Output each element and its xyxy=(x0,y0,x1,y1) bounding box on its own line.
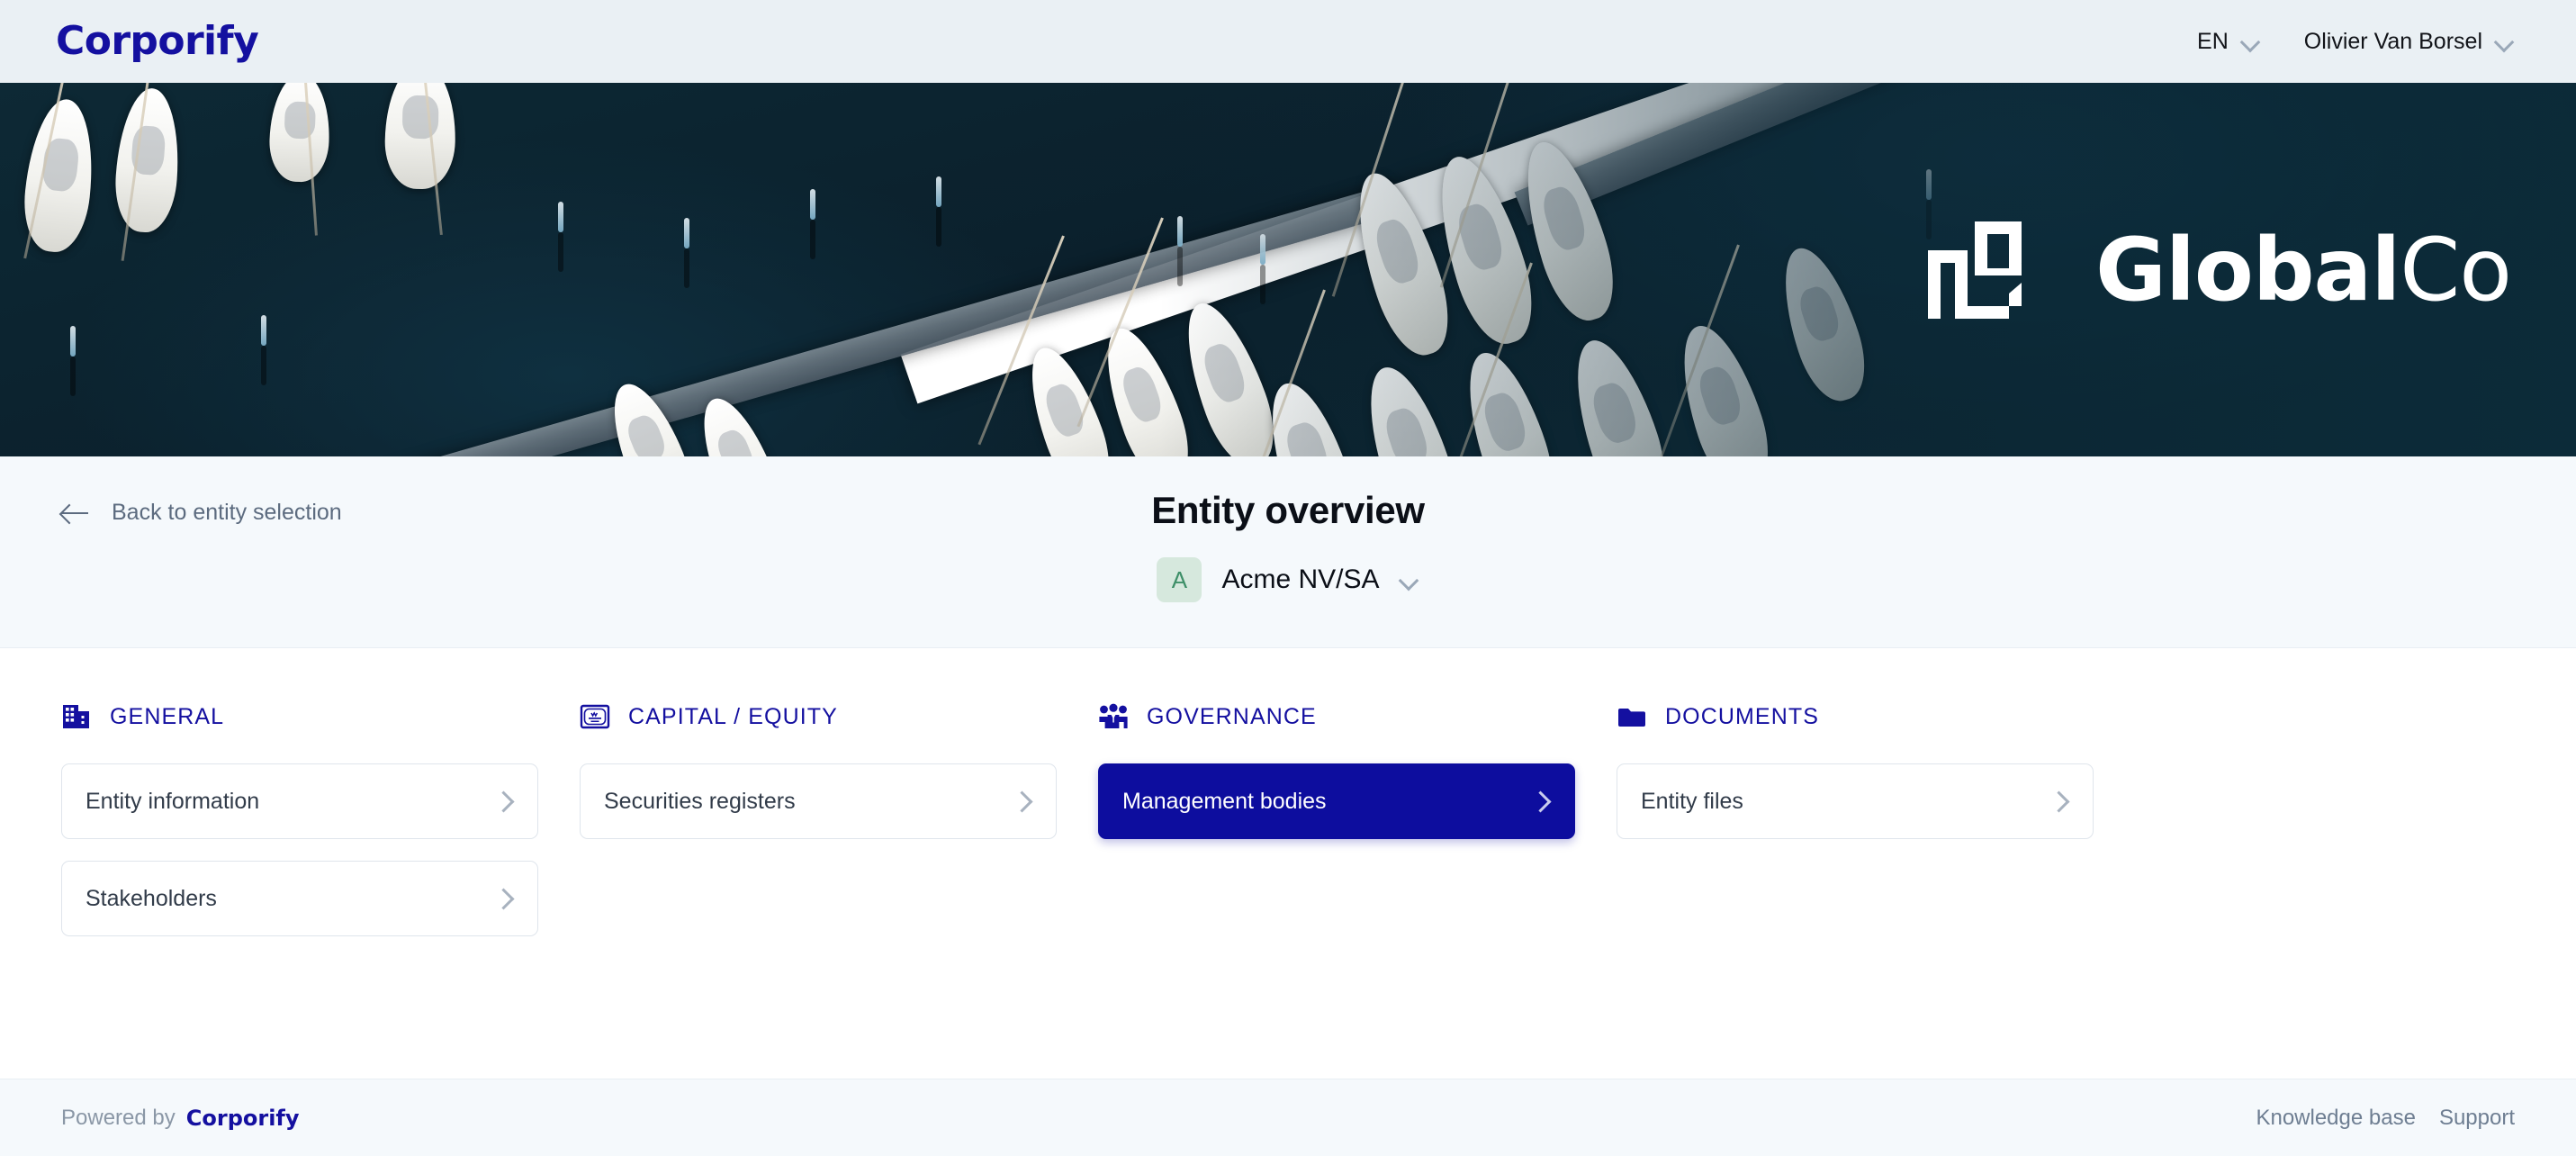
user-menu[interactable]: Olivier Van Borsel xyxy=(2304,29,2515,55)
main-content: GENERAL Entity information Stakeholders xyxy=(0,648,2576,1079)
card-label: Securities registers xyxy=(604,788,796,814)
section-header: GENERAL xyxy=(61,700,580,733)
building-icon xyxy=(63,705,89,728)
globalco-light-part: Co xyxy=(2400,219,2512,321)
powered-by-label: Powered by xyxy=(61,1105,176,1130)
section-title: GENERAL xyxy=(110,703,225,729)
section-columns: GENERAL Entity information Stakeholders xyxy=(61,700,2515,958)
section-documents: DOCUMENTS Entity files xyxy=(1617,700,2135,958)
section-header: CAPITAL / EQUITY xyxy=(580,700,1098,733)
chevron-right-icon xyxy=(494,790,510,813)
header-actions: EN Olivier Van Borsel xyxy=(2197,29,2515,55)
chevron-right-icon xyxy=(494,887,510,910)
section-title: GOVERNANCE xyxy=(1147,703,1317,729)
globalco-wordmark: GlobalCo xyxy=(2095,227,2512,313)
card-label: Entity information xyxy=(86,788,260,814)
chevron-right-icon xyxy=(2049,790,2066,813)
card-label: Management bodies xyxy=(1122,788,1327,814)
top-header: Corporify EN Olivier Van Borsel xyxy=(0,0,2576,83)
entity-name-label: Acme NV/SA xyxy=(1221,564,1380,594)
section-header: GOVERNANCE xyxy=(1098,700,1617,733)
entity-selector[interactable]: A Acme NV/SA xyxy=(1157,557,1419,602)
app-root: Corporify EN Olivier Van Borsel GlobalCo… xyxy=(0,0,2576,1156)
globalco-bold-part: Global xyxy=(2095,219,2400,321)
section-title: DOCUMENTS xyxy=(1665,703,1820,729)
entity-subheader: Back to entity selection Entity overview… xyxy=(0,456,2576,648)
chevron-down-icon xyxy=(2241,32,2261,51)
card-stakeholders[interactable]: Stakeholders xyxy=(61,861,538,936)
hero-banner: GlobalCo xyxy=(0,83,2576,456)
card-label: Stakeholders xyxy=(86,885,217,911)
entity-avatar: A xyxy=(1157,557,1202,602)
section-title: CAPITAL / EQUITY xyxy=(628,703,838,729)
user-name-label: Olivier Van Borsel xyxy=(2303,28,2482,54)
card-entity-information[interactable]: Entity information xyxy=(61,763,538,839)
globalco-bracket-mark xyxy=(1928,221,2022,319)
language-label: EN xyxy=(2197,28,2229,54)
support-link[interactable]: Support xyxy=(2439,1106,2515,1131)
chevron-down-icon xyxy=(2495,32,2515,51)
folder-icon xyxy=(1618,709,1645,727)
section-capital-equity: CAPITAL / EQUITY Securities registers xyxy=(580,700,1098,958)
page-title: Entity overview xyxy=(1151,489,1425,531)
section-general: GENERAL Entity information Stakeholders xyxy=(61,700,580,958)
card-label: Entity files xyxy=(1641,788,1743,814)
globalco-branding: GlobalCo xyxy=(1923,220,2576,321)
language-selector[interactable]: EN xyxy=(2197,29,2261,55)
subheader-center: Entity overview A Acme NV/SA xyxy=(0,489,2576,602)
card-entity-files[interactable]: Entity files xyxy=(1617,763,2094,839)
card-securities-registers[interactable]: Securities registers xyxy=(580,763,1057,839)
chevron-down-icon xyxy=(1400,570,1419,590)
section-header: DOCUMENTS xyxy=(1617,700,2135,733)
chevron-right-icon xyxy=(1531,790,1547,813)
section-governance: GOVERNANCE Management bodies xyxy=(1098,700,1617,958)
page-footer: Powered by Corporify Knowledge base Supp… xyxy=(0,1079,2576,1156)
people-group-icon xyxy=(1099,703,1128,728)
certificate-icon xyxy=(580,704,610,729)
chevron-right-icon xyxy=(1013,790,1029,813)
footer-brand: Corporify xyxy=(185,1105,300,1131)
corporify-logo[interactable]: Corporify xyxy=(56,22,259,61)
footer-links: Knowledge base Support xyxy=(2256,1106,2515,1131)
card-management-bodies[interactable]: Management bodies xyxy=(1098,763,1575,839)
powered-by: Powered by Corporify xyxy=(61,1106,300,1131)
knowledge-base-link[interactable]: Knowledge base xyxy=(2256,1106,2415,1131)
